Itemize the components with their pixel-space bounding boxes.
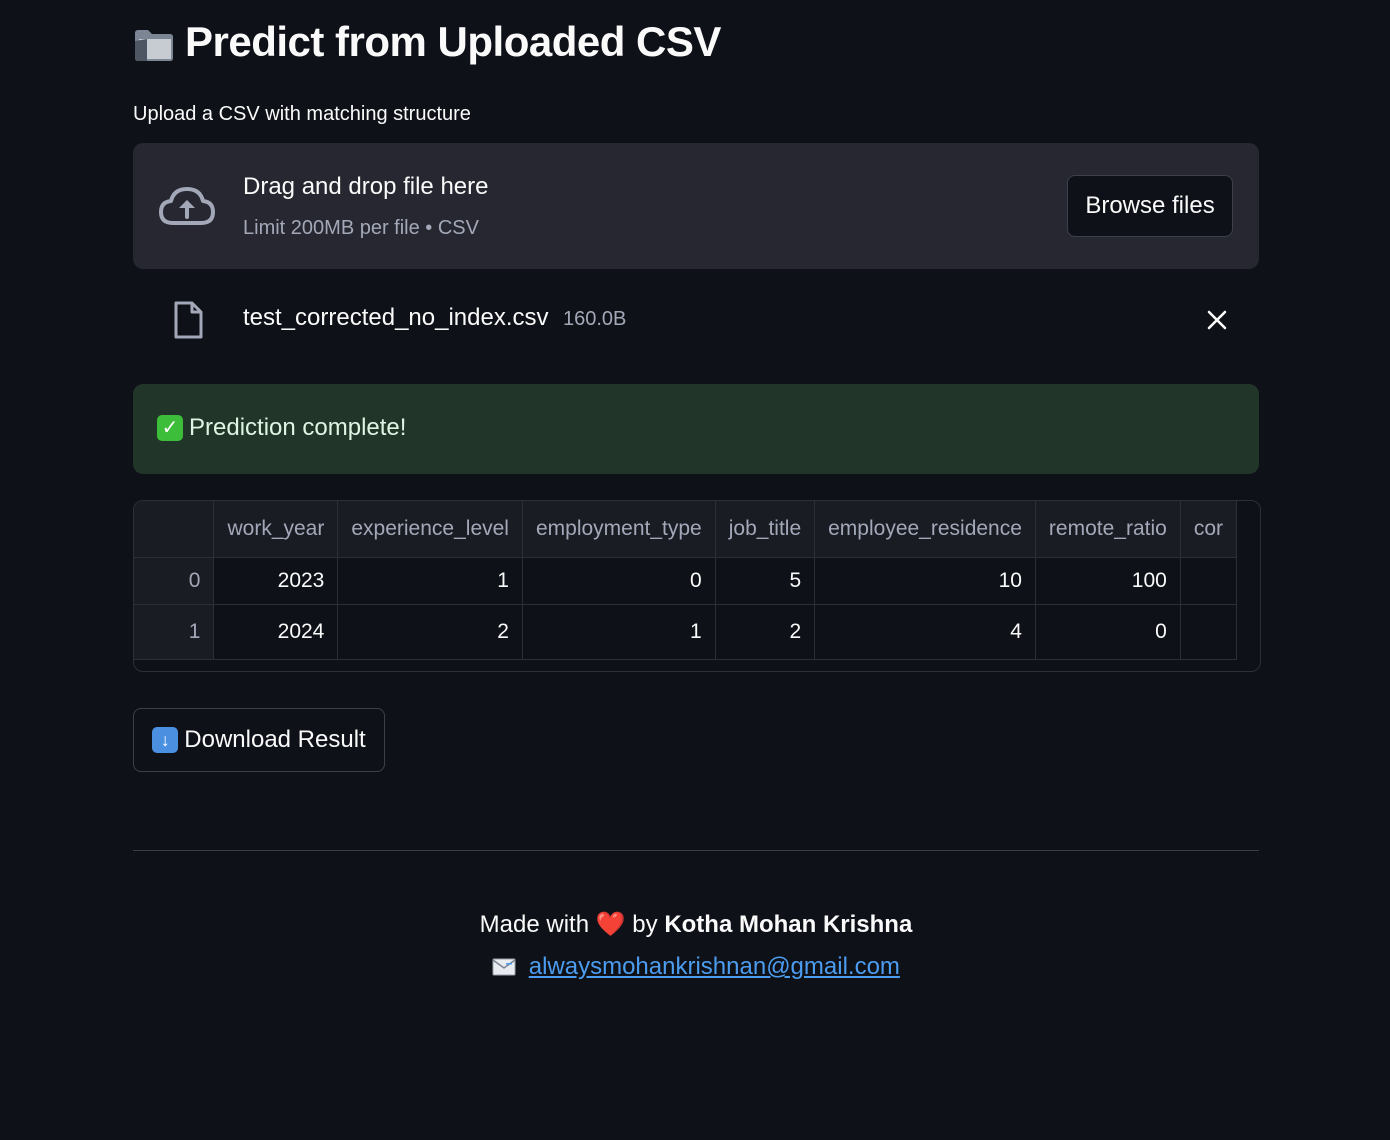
table-cell[interactable]: 100 <box>1035 557 1181 605</box>
uploaded-file-name: test_corrected_no_index.csv <box>243 304 549 331</box>
download-result-button[interactable]: ↓ Download Result <box>133 708 385 772</box>
column-header[interactable]: remote_ratio <box>1035 501 1181 558</box>
author-name: Kotha Mohan Krishna <box>664 911 913 938</box>
email-link[interactable]: alwaysmohankrishnan@gmail.com <box>529 953 900 980</box>
column-header[interactable]: job_title <box>715 501 816 558</box>
uploaded-file-size: 160.0B <box>563 308 627 330</box>
table-cell[interactable]: 0 <box>1035 604 1181 660</box>
by-text: by <box>632 911 658 938</box>
table-row: 0 2023 1 0 5 10 100 <box>134 557 1237 605</box>
file-dropzone[interactable]: Drag and drop file here Limit 200MB per … <box>133 143 1259 269</box>
success-alert: ✓ Prediction complete! <box>133 384 1259 474</box>
cloud-upload-icon <box>157 183 217 229</box>
table-cell[interactable]: 2 <box>337 604 523 660</box>
table-header-row: work_year experience_level employment_ty… <box>134 501 1237 558</box>
table-cell[interactable]: 4 <box>814 604 1036 660</box>
dropzone-title: Drag and drop file here <box>243 173 489 200</box>
table-cell[interactable] <box>1180 557 1237 605</box>
browse-files-button[interactable]: Browse files <box>1067 175 1233 237</box>
index-header <box>134 501 215 558</box>
check-mark-icon: ✓ <box>157 415 183 441</box>
heart-icon: ❤️ <box>595 911 626 938</box>
table-cell[interactable]: 10 <box>814 557 1036 605</box>
dropzone-limit-text: Limit 200MB per file • CSV <box>243 217 479 239</box>
success-message: Prediction complete! <box>189 414 407 441</box>
table-cell[interactable]: 0 <box>522 557 716 605</box>
file-icon <box>171 300 205 340</box>
folder-icon <box>133 25 175 61</box>
column-header[interactable]: experience_level <box>337 501 523 558</box>
download-button-label: Download Result <box>184 726 366 753</box>
table-cell[interactable] <box>1180 604 1237 660</box>
table-cell[interactable]: 2024 <box>213 604 339 660</box>
uploader-label: Upload a CSV with matching structure <box>133 103 471 125</box>
column-header[interactable]: employment_type <box>522 501 716 558</box>
divider <box>133 850 1259 851</box>
footer: Made with ❤️ by Kotha Mohan Krishna alwa… <box>133 904 1259 988</box>
table-row: 1 2024 2 1 2 4 0 <box>134 604 1237 660</box>
table-cell[interactable]: 1 <box>337 557 523 605</box>
footer-contact: alwaysmohankrishnan@gmail.com <box>133 946 1259 988</box>
footer-credit: Made with ❤️ by Kotha Mohan Krishna <box>133 904 1259 946</box>
column-header[interactable]: work_year <box>213 501 339 558</box>
table-cell[interactable]: 5 <box>715 557 816 605</box>
table-cell[interactable]: 2 <box>715 604 816 660</box>
table-cell[interactable]: 1 <box>522 604 716 660</box>
down-arrow-icon: ↓ <box>152 727 179 753</box>
result-table: work_year experience_level employment_ty… <box>134 501 1237 660</box>
column-header[interactable]: cor <box>1180 501 1237 558</box>
column-header[interactable]: employee_residence <box>814 501 1036 558</box>
page-title-text: Predict from Uploaded CSV <box>185 18 721 65</box>
uploaded-file-row: test_corrected_no_index.csv 160.0B <box>133 290 1259 350</box>
row-index: 0 <box>134 557 215 605</box>
made-with-text: Made with <box>479 911 590 938</box>
page-title: Predict from Uploaded CSV <box>133 18 721 66</box>
envelope-icon <box>492 948 516 976</box>
row-index: 1 <box>134 604 215 660</box>
table-cell[interactable]: 2023 <box>213 557 339 605</box>
result-dataframe[interactable]: work_year experience_level employment_ty… <box>133 500 1261 672</box>
close-icon[interactable] <box>1205 308 1229 332</box>
